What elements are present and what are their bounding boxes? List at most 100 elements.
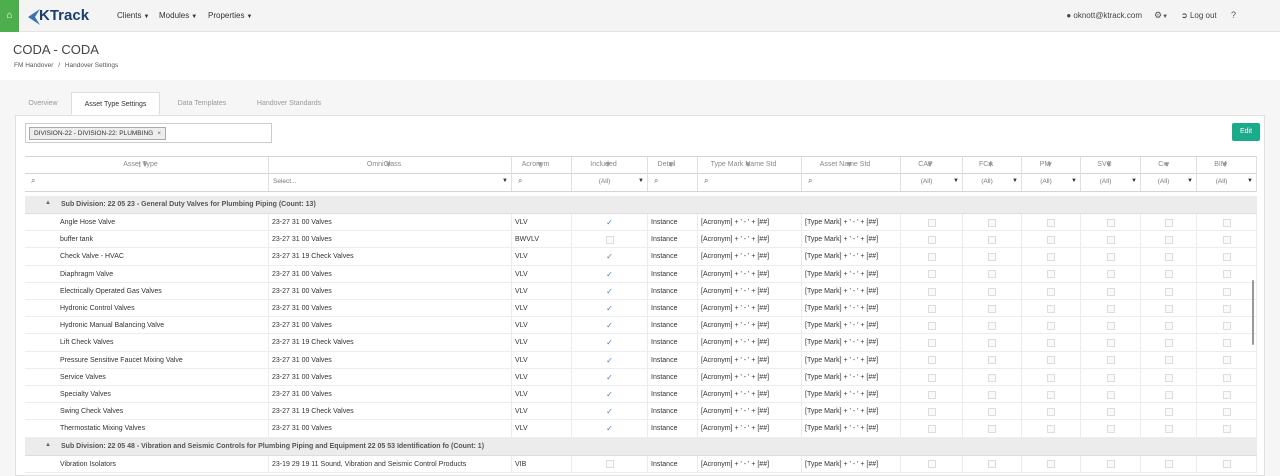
table-row[interactable]: Thermostatic Mixing Valves 23-27 31 00 Va… [25,420,1257,438]
checkbox[interactable] [1106,390,1115,399]
ktrack-logo[interactable]: KTrack [26,5,108,25]
cell-cap[interactable] [901,248,963,266]
checkbox[interactable] [927,270,936,279]
checkbox[interactable] [1222,408,1231,417]
filter-icon[interactable]: ▼ [802,160,897,169]
cell-cx[interactable] [1141,300,1197,318]
cell-included[interactable]: ✓ [572,317,648,335]
user-menu[interactable]: ● oknott@ktrack.com [1066,11,1142,20]
cell-fca[interactable] [963,317,1022,335]
cell-fca[interactable] [963,231,1022,249]
cell-fca[interactable] [963,334,1022,352]
cell-cap[interactable] [901,455,963,473]
cell-fca[interactable] [963,282,1022,300]
checkbox[interactable] [605,236,614,245]
cell-svc[interactable] [1081,248,1141,266]
cell-cx[interactable] [1141,282,1197,300]
column-header-acronym[interactable]: Acronym ▼ [512,157,572,174]
checkbox[interactable] [1047,460,1055,469]
checkbox[interactable] [1047,304,1055,313]
checkbox[interactable] [927,236,936,245]
checkbox[interactable] [1047,373,1055,382]
cell-fca[interactable] [963,300,1022,318]
column-header-pm[interactable]: PM ▼ [1022,157,1081,174]
checkbox[interactable] [1047,287,1055,296]
checkbox[interactable] [988,460,996,469]
cell-svc[interactable] [1081,300,1141,318]
tab-asset-type-settings[interactable]: Asset Type Settings [71,92,160,115]
cell-bim[interactable] [1197,282,1257,300]
checkbox[interactable] [988,218,996,227]
cell-bim[interactable] [1197,334,1257,352]
checkbox[interactable] [927,304,936,313]
cell-included[interactable]: ✓ [572,214,648,232]
cell-fca[interactable] [963,386,1022,404]
checkbox[interactable] [927,425,936,434]
vertical-scrollbar[interactable] [1252,280,1254,345]
checkbox[interactable] [988,425,996,434]
collapse-caret-icon[interactable]: ▲ [45,442,51,448]
close-icon[interactable]: × [157,130,161,137]
checkbox[interactable] [1222,390,1231,399]
checkbox[interactable] [1047,425,1055,434]
checkbox[interactable] [927,322,936,331]
collapse-caret-icon[interactable]: ▲ [45,200,51,206]
filter-icon[interactable]: ▼ [572,160,644,169]
filter-icon[interactable]: ▼ [25,160,265,169]
checkbox[interactable] [1047,253,1055,262]
checkbox[interactable] [1164,373,1173,382]
checkbox[interactable] [1106,373,1115,382]
cell-bim[interactable] [1197,214,1257,232]
checkbox[interactable] [1222,373,1231,382]
tab-overview[interactable]: Overview [15,92,71,115]
cell-cap[interactable] [901,334,963,352]
cell-svc[interactable] [1081,265,1141,283]
filter-icon[interactable]: ▼ [698,160,798,169]
table-row[interactable]: Hydronic Control Valves 23-27 31 00 Valve… [25,300,1257,318]
tab-handover-standards[interactable]: Handover Standards [247,92,331,115]
checkbox[interactable] [1164,390,1173,399]
column-filter-included[interactable]: (All) ▼ [572,174,648,191]
cell-bim[interactable] [1197,386,1257,404]
column-filter-cap[interactable]: (All) ▼ [901,174,963,191]
filter-icon[interactable]: ▼ [648,160,694,169]
cell-cx[interactable] [1141,368,1197,386]
cell-cap[interactable] [901,403,963,421]
cell-included[interactable]: ✓ [572,403,648,421]
checkbox[interactable] [1222,356,1231,365]
filter-icon[interactable]: ▼ [1141,160,1193,169]
cell-bim[interactable] [1197,248,1257,266]
cell-cx[interactable] [1141,265,1197,283]
cell-svc[interactable] [1081,403,1141,421]
division-filter-input[interactable]: DIVISION-22 - DIVISION-22: PLUMBING × [25,123,272,143]
column-filter-svc[interactable]: (All) ▼ [1081,174,1141,191]
filter-icon[interactable]: ▼ [269,160,508,169]
checkbox[interactable] [1106,253,1115,262]
cell-cap[interactable] [901,265,963,283]
checkbox[interactable] [927,390,936,399]
checkbox[interactable] [988,322,996,331]
checkbox[interactable] [1222,339,1231,348]
table-row[interactable]: Specialty Valves 23-27 31 00 Valves VLV ✓ In… [25,386,1257,404]
cell-cap[interactable] [901,282,963,300]
column-header-asset-name-std[interactable]: Asset Name Std ▼ [802,157,901,174]
cell-included[interactable]: ✓ [572,248,648,266]
checkbox[interactable] [1047,218,1055,227]
cell-cx[interactable] [1141,386,1197,404]
cell-included[interactable]: ✓ [572,300,648,318]
cell-bim[interactable] [1197,403,1257,421]
nav-modules[interactable]: Modules ▼ [159,11,197,20]
filter-icon[interactable]: ▼ [1022,160,1077,169]
checkbox[interactable] [1164,425,1173,434]
cell-included[interactable]: ✓ [572,334,648,352]
cell-cx[interactable] [1141,351,1197,369]
checkbox[interactable] [1164,253,1173,262]
checkbox[interactable] [1106,304,1115,313]
checkbox[interactable] [1164,270,1173,279]
checkbox[interactable] [1222,322,1231,331]
cell-cap[interactable] [901,351,963,369]
column-filter-omniclass[interactable]: Select... ▼ [269,174,512,191]
checkbox[interactable] [1222,287,1231,296]
cell-fca[interactable] [963,351,1022,369]
cell-bim[interactable] [1197,265,1257,283]
